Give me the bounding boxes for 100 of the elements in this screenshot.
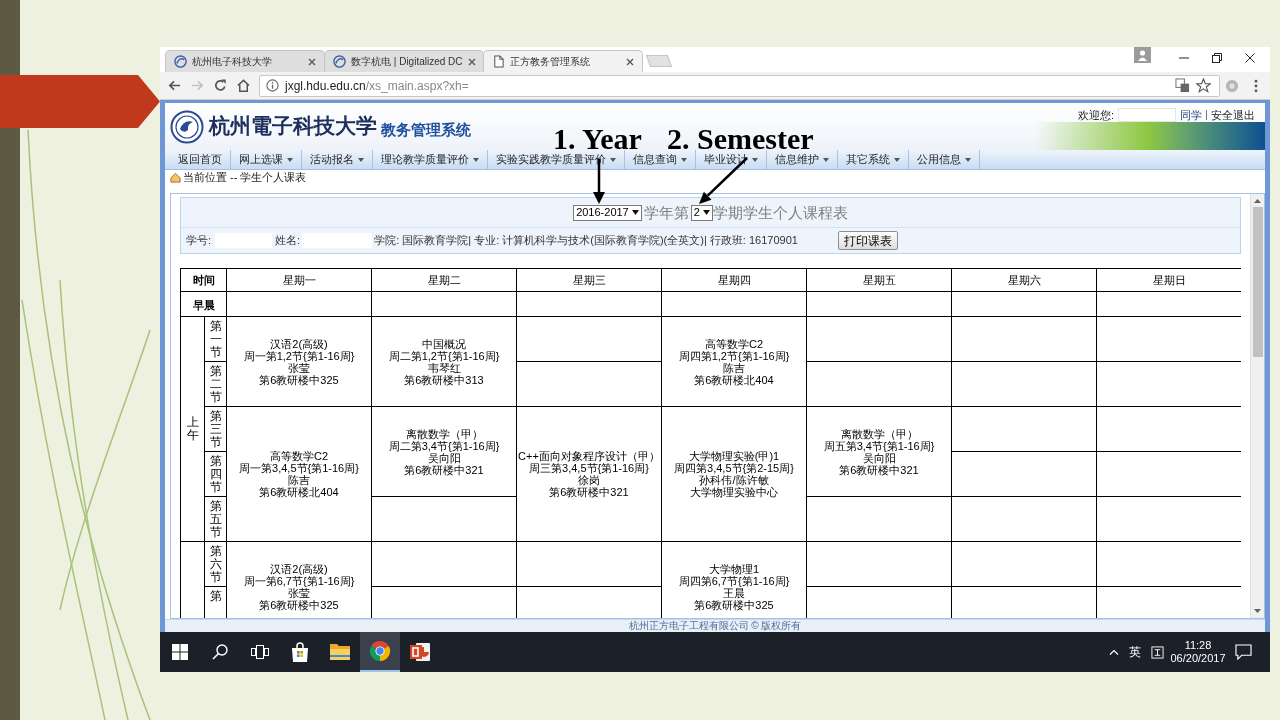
teacher-name: 张莹: [288, 361, 310, 374]
store-bag-icon[interactable]: [289, 641, 311, 663]
swirl-logo-icon: [174, 55, 187, 68]
column-header: 时间: [192, 274, 215, 286]
info-icon[interactable]: [266, 79, 279, 92]
nav-menu-item[interactable]: 活动报名: [302, 150, 373, 169]
year-select[interactable]: 2016-2017: [573, 204, 642, 221]
welcome-label: 欢迎您:: [1077, 109, 1114, 121]
column-header: 星期二: [427, 274, 461, 286]
column-header: 星期三: [572, 274, 606, 286]
course-name: C++面向对象程序设计（甲）: [518, 450, 660, 462]
university-emblem-icon: [170, 109, 204, 144]
time-text: 11:28: [1184, 640, 1212, 651]
scroll-down-icon[interactable]: [1254, 609, 1261, 613]
nav-menu-item[interactable]: 网上选课: [231, 150, 302, 169]
star-icon[interactable]: [1196, 78, 1211, 93]
reload-icon[interactable]: [213, 78, 228, 93]
column-header: 星期日: [1152, 274, 1186, 286]
column-header: 星期六: [1007, 274, 1041, 286]
menu-icon[interactable]: [1254, 78, 1258, 93]
course-schedule: 周二第3,4节{第1-16周}: [388, 439, 500, 452]
nav-menu-item[interactable]: 信息维护: [767, 150, 838, 169]
home-icon[interactable]: [170, 171, 181, 183]
classroom: 第6教研楼中325: [694, 598, 774, 611]
translate-icon[interactable]: [1175, 78, 1190, 93]
browser-tab[interactable]: 正方教务管理系统: [483, 50, 643, 72]
teacher-name: 陈吉: [288, 474, 310, 486]
classroom: 第6教研楼中325: [259, 373, 339, 386]
classroom: 第6教研楼中321: [404, 463, 484, 476]
input-language-indicator[interactable]: 英: [1129, 646, 1141, 658]
course-schedule: 周一第6,7节{第1-16周}: [243, 574, 355, 587]
folder-icon[interactable]: [329, 641, 351, 663]
url-text: jxgl.hdu.edu.cn/xs_main.aspx?xh=: [285, 79, 469, 92]
nav-menu-item[interactable]: 其它系统: [838, 150, 909, 169]
course-schedule: 周一第3,4,5节{第1-16周}: [239, 462, 359, 474]
course-schedule: 周五第3,4节{第1-16周}: [823, 439, 935, 452]
classroom: 大学物理实验中心: [690, 486, 778, 498]
classroom: 第6教研楼北404: [259, 486, 339, 498]
caret-icon: [610, 157, 616, 162]
course-name: 大学物理实验(甲)1: [688, 450, 780, 462]
windows-logo-icon[interactable]: [172, 644, 188, 660]
caret-icon: [823, 157, 829, 162]
semester-select[interactable]: 2: [690, 204, 713, 221]
scroll-up-icon[interactable]: [1254, 199, 1261, 203]
column-header: 星期五: [862, 274, 896, 286]
course-schedule: 周三第3,4,5节{第1-16周}: [529, 462, 649, 474]
period-label: 第四节: [209, 455, 222, 495]
teacher-name: 徐岗: [578, 474, 600, 486]
morning-label: 早晨: [192, 300, 215, 311]
browser-tab[interactable]: 数字杭电 | Digitalized DC: [324, 50, 484, 72]
teacher-name: 吴向阳: [427, 451, 461, 464]
restore-icon[interactable]: [1211, 53, 1222, 63]
period-label: 第: [209, 590, 222, 604]
period-label: 第六节: [209, 545, 222, 585]
course-schedule: 周一第1,2节{第1-16周}: [243, 349, 355, 362]
caret-icon: [681, 157, 687, 162]
search-icon[interactable]: [212, 644, 228, 660]
breadcrumb-text: 当前位置 -- 学生个人课表: [183, 171, 307, 183]
teacher-name: 王晨: [723, 586, 745, 599]
chevron-up-icon[interactable]: [1109, 649, 1119, 655]
period-label: 第二节: [209, 365, 222, 405]
notification-icon[interactable]: [1234, 644, 1252, 660]
course-name: 高等数学C2: [269, 450, 329, 462]
classroom: 第6教研楼中321: [549, 486, 629, 498]
column-header: 星期四: [717, 274, 751, 286]
teacher-name: 吴向阳: [862, 451, 896, 464]
presentation-app-icon[interactable]: [409, 641, 431, 663]
taskbar-button[interactable]: [360, 632, 400, 672]
browser-tab[interactable]: 杭州电子科技大学: [165, 50, 325, 72]
nav-menu-item[interactable]: 信息查询: [625, 150, 696, 169]
classroom: 第6教研楼中313: [404, 373, 484, 386]
browser-logo-icon: [369, 640, 391, 662]
scrollbar-thumb[interactable]: [1252, 207, 1263, 357]
task-view-icon[interactable]: [251, 645, 269, 659]
school-name: 杭州電子科技大学: [209, 116, 377, 137]
course-name: 大学物理1: [708, 562, 760, 575]
user-name-field: [1118, 108, 1176, 122]
student-title-text: 同学: [1180, 109, 1202, 121]
caret-icon: [752, 157, 758, 162]
course-name: 汉语2(高级): [270, 337, 328, 350]
input-mode-icon[interactable]: [1150, 645, 1164, 659]
caret-icon: [702, 210, 710, 215]
nav-menu-item[interactable]: 公用信息: [909, 150, 980, 169]
close-icon[interactable]: [626, 57, 634, 66]
caret-icon: [473, 157, 479, 162]
person-icon[interactable]: [1134, 47, 1151, 63]
classroom: 第6教研楼北404: [694, 373, 774, 386]
print-button[interactable]: 打印课表: [837, 231, 898, 250]
close-icon[interactable]: [1244, 53, 1255, 63]
course-name: 离散数学（甲）: [840, 427, 918, 440]
logout-link[interactable]: 安全退出: [1211, 109, 1255, 121]
back-icon[interactable]: [167, 78, 182, 93]
caret-icon: [965, 157, 971, 162]
nav-menu-item[interactable]: 返回首页: [170, 150, 231, 169]
address-bar[interactable]: jxgl.hdu.edu.cn/xs_main.aspx?xh=: [259, 74, 1220, 97]
teacher-name: 陈吉: [723, 361, 745, 374]
course-schedule: 周四第1,2节{第1-16周}: [678, 349, 790, 362]
nav-menu-item[interactable]: 理论教学质量评价: [373, 150, 488, 169]
nav-menu-item[interactable]: 实验实践教学质量评价: [488, 150, 625, 169]
home-icon[interactable]: [236, 78, 251, 93]
